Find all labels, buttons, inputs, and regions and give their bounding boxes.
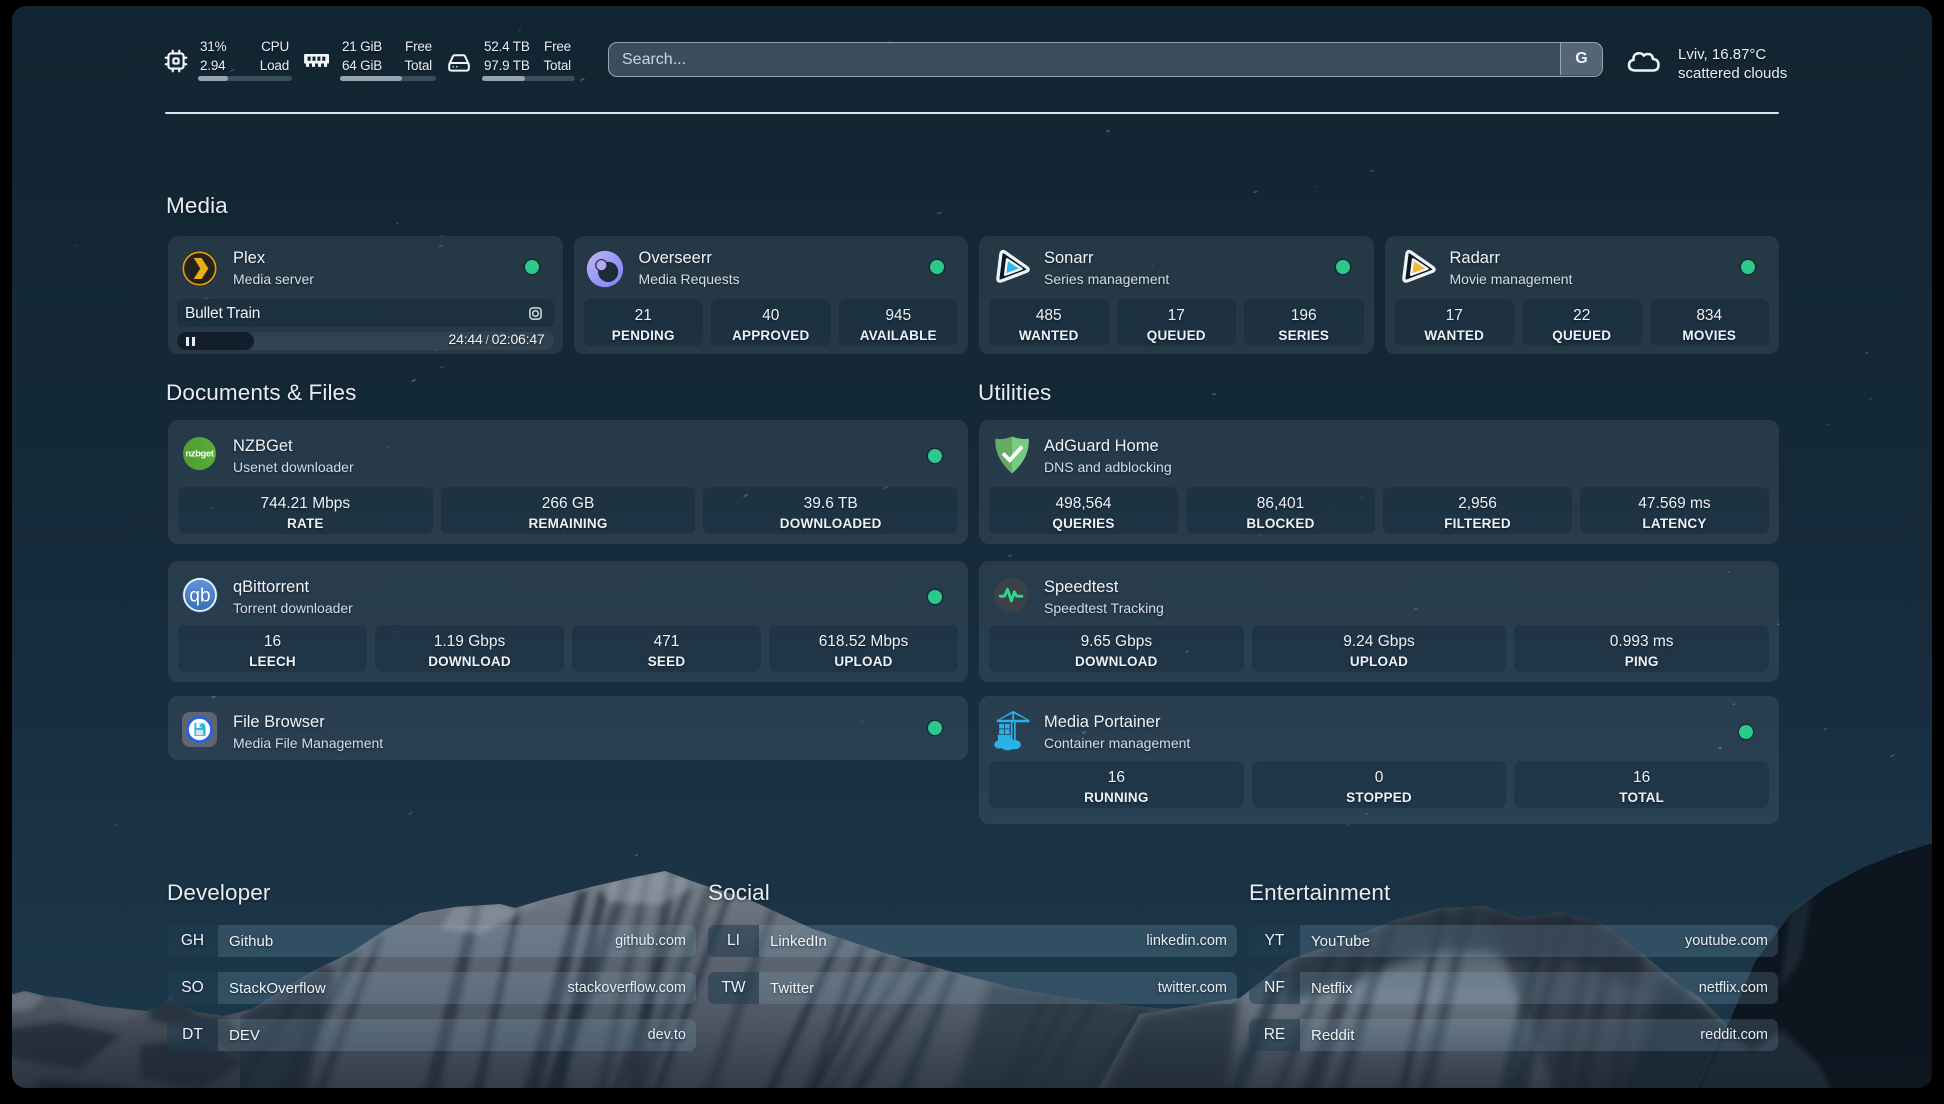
svg-text:nzbget: nzbget	[185, 449, 215, 460]
svg-text:qb: qb	[189, 586, 210, 607]
